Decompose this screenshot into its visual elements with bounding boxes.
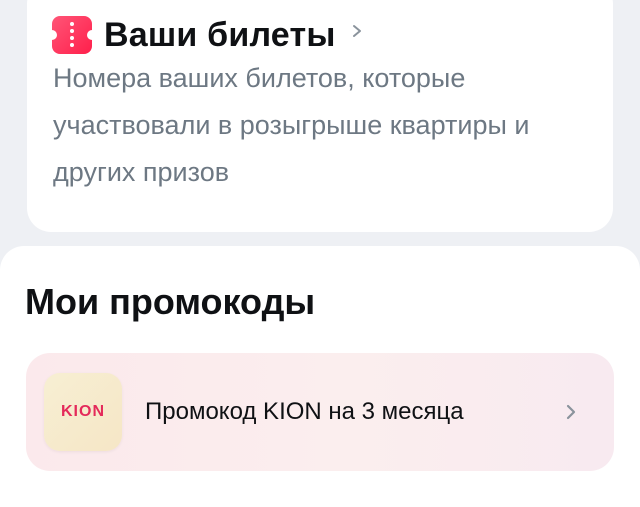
ticket-icon xyxy=(47,16,97,54)
promocodes-heading: Мои промокоды xyxy=(25,281,316,322)
promo-item-label: Промокод KION на 3 месяца xyxy=(145,398,464,425)
promocodes-section: Мои промокоды KION Промокод KION на 3 ме… xyxy=(0,246,640,507)
kion-logo: KION xyxy=(44,373,122,451)
chevron-right-icon xyxy=(352,25,361,37)
promo-item-kion[interactable]: KION Промокод KION на 3 месяца xyxy=(26,353,614,471)
tickets-header[interactable]: Ваши билеты xyxy=(47,15,364,55)
tickets-card[interactable]: Ваши билеты Номера ваших билетов, которы… xyxy=(27,0,613,232)
kion-logo-text: KION xyxy=(61,403,105,420)
tickets-title: Ваши билеты xyxy=(104,15,336,54)
chevron-right-icon xyxy=(566,404,576,420)
tickets-description: Номера ваших билетов, которые участвовал… xyxy=(53,63,530,187)
